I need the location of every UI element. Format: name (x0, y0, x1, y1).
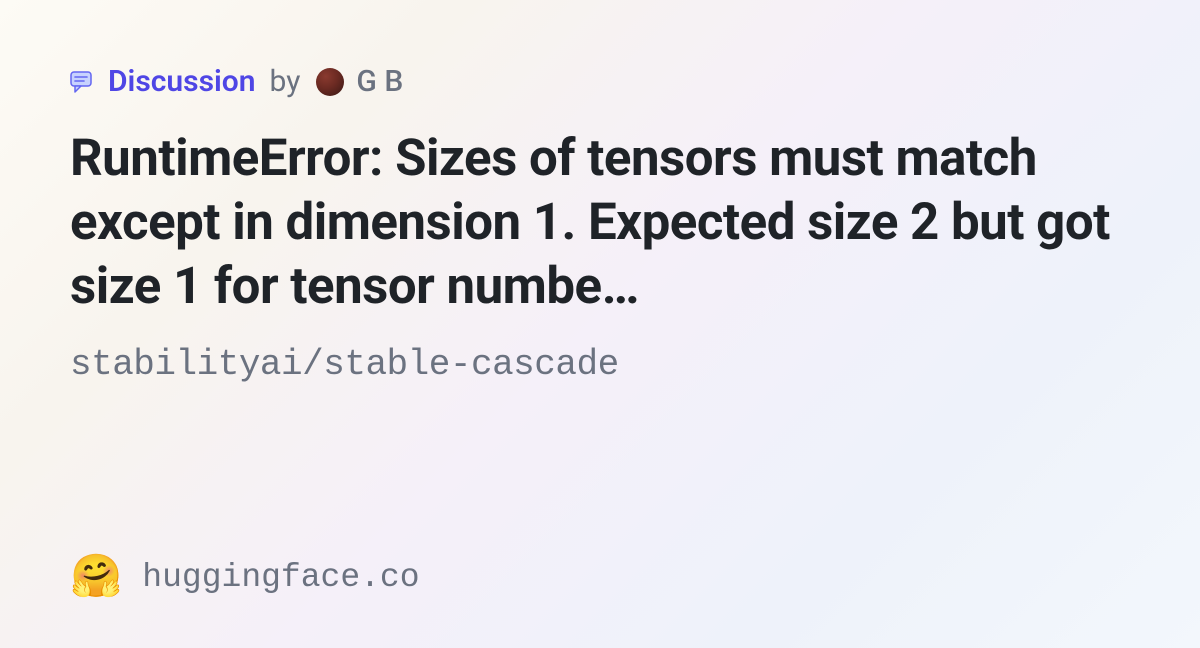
repo-path: stabilityai/stable-cascade (70, 344, 1130, 385)
domain-text: huggingface.co (142, 559, 419, 596)
social-card: Discussion by G B RuntimeError: Sizes of… (0, 0, 1200, 648)
huggingface-icon: 🤗 (70, 556, 122, 598)
discussion-icon (70, 71, 98, 93)
discussion-title: RuntimeError: Sizes of tensors must matc… (70, 127, 1130, 318)
by-label: by (270, 64, 301, 99)
header-row: Discussion by G B (70, 64, 1130, 99)
avatar (316, 68, 344, 96)
footer-row: 🤗 huggingface.co (70, 556, 420, 598)
discussion-label: Discussion (108, 64, 256, 99)
author-name: G B (356, 64, 403, 99)
